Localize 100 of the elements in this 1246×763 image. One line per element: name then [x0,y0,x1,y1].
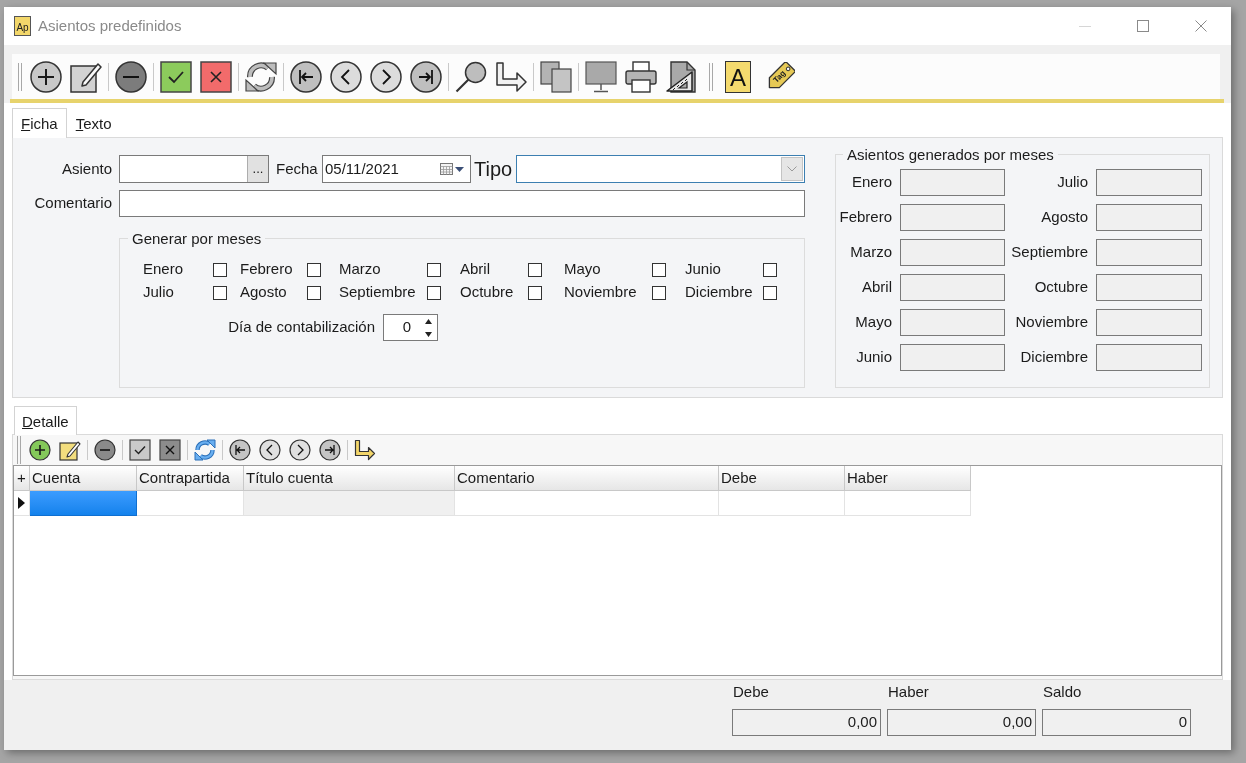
column-header[interactable]: Título cuenta [244,466,455,491]
chevron-left-icon [259,439,281,461]
first-button[interactable] [229,439,251,461]
refresh-icon [194,439,216,461]
font-button[interactable]: A [725,60,751,93]
checkbox[interactable] [652,262,666,277]
column-heading: Debe [733,683,769,701]
minus-circle-icon [94,439,116,461]
field-label: Día de contabilización [228,317,375,338]
column-header[interactable]: Comentario [455,466,719,491]
delete-button[interactable] [94,439,116,461]
field-label: Asiento [61,158,112,179]
close-icon [1195,20,1207,32]
chevron-left-icon [330,60,362,93]
last-button[interactable] [319,439,341,461]
check-icon [160,60,192,93]
previous-button[interactable] [330,60,362,93]
add-button[interactable] [30,60,62,93]
cancel-button[interactable] [200,60,232,93]
tab[interactable]: Detalle [14,406,77,435]
edit-button[interactable] [59,439,81,461]
cancel-button[interactable] [159,439,181,461]
date-picker-button[interactable] [440,163,464,175]
column-header[interactable]: Contrapartida [137,466,244,491]
app-logo: Ap [14,16,31,36]
group-title: Asientos generados por meses [846,146,1055,163]
cross-icon [159,439,181,461]
search-button[interactable] [455,60,487,93]
checkbox-label: Agosto [240,282,287,303]
tab[interactable]: Texto [66,108,121,138]
checkbox[interactable] [427,262,441,277]
chevron-right-icon [370,60,402,93]
readonly-field: 0,00 [732,709,881,736]
next-button[interactable] [289,439,311,461]
arrow-button[interactable] [354,439,376,461]
checkbox[interactable] [427,285,441,300]
column-heading: Saldo [1043,683,1082,701]
column-header[interactable]: Debe [719,466,845,491]
monitor-icon [585,60,617,93]
check-icon [129,439,151,461]
edit-button[interactable] [70,60,102,93]
tag-button[interactable]: Tag [765,61,795,92]
input-field[interactable]: ... [119,155,269,183]
checkbox-label: Septiembre [339,282,416,303]
first-button[interactable] [290,60,322,93]
checkbox[interactable] [763,262,777,277]
previous-button[interactable] [259,439,281,461]
checkbox[interactable] [307,285,321,300]
column-heading: Haber [888,683,929,701]
monitor-button[interactable] [585,60,617,93]
calendar-icon [440,163,453,175]
number-spinner[interactable]: 0 [383,314,438,341]
print-button[interactable] [625,60,657,93]
document-ruler-icon [665,60,697,93]
checkbox-label: Febrero [240,259,293,280]
checkbox[interactable] [213,262,227,277]
checkbox-label: Diciembre [685,282,753,303]
dropdown[interactable] [516,155,805,183]
plus-circle-icon [29,439,51,461]
refresh-button[interactable] [245,60,277,93]
field-label: Marzo [850,242,892,263]
checkbox-label: Octubre [460,282,514,303]
corner-header[interactable]: + [14,466,30,491]
refresh-button[interactable] [194,439,216,461]
add-button[interactable] [29,439,51,461]
checkbox[interactable] [763,285,777,300]
field-label: Abril [862,277,892,298]
delete-button[interactable] [115,60,147,93]
field-label: Diciembre [1020,347,1088,368]
field-label: Agosto [1041,207,1088,228]
readonly-field: 0,00 [887,709,1036,736]
refresh-icon [245,60,277,93]
input-field[interactable] [119,190,805,217]
checkbox[interactable] [652,285,666,300]
copy-button[interactable] [540,60,572,93]
arrow-button[interactable] [495,60,527,93]
checkbox-label: Abril [460,259,490,280]
table-cell[interactable] [30,491,137,516]
maximize-icon [1137,20,1149,32]
accept-button[interactable] [129,439,151,461]
checkbox-label: Julio [143,282,174,303]
browse-button[interactable]: ... [247,156,268,182]
last-button[interactable] [410,60,442,93]
copy-icon [540,60,572,93]
date-field[interactable]: 05/11/2021 [322,155,471,183]
tab[interactable]: Ficha [12,108,67,138]
checkbox-label: Junio [685,259,721,280]
minus-circle-icon [115,60,147,93]
ruler-button[interactable] [665,60,697,93]
column-header[interactable]: Haber [845,466,971,491]
spin-arrows-icon [425,318,432,337]
checkbox[interactable] [307,262,321,277]
accept-button[interactable] [160,60,192,93]
next-button[interactable] [370,60,402,93]
field-label: Febrero [839,207,892,228]
checkbox-label: Marzo [339,259,381,280]
checkbox[interactable] [528,262,542,277]
column-header[interactable]: Cuenta [30,466,137,491]
checkbox[interactable] [528,285,542,300]
checkbox[interactable] [213,285,227,300]
